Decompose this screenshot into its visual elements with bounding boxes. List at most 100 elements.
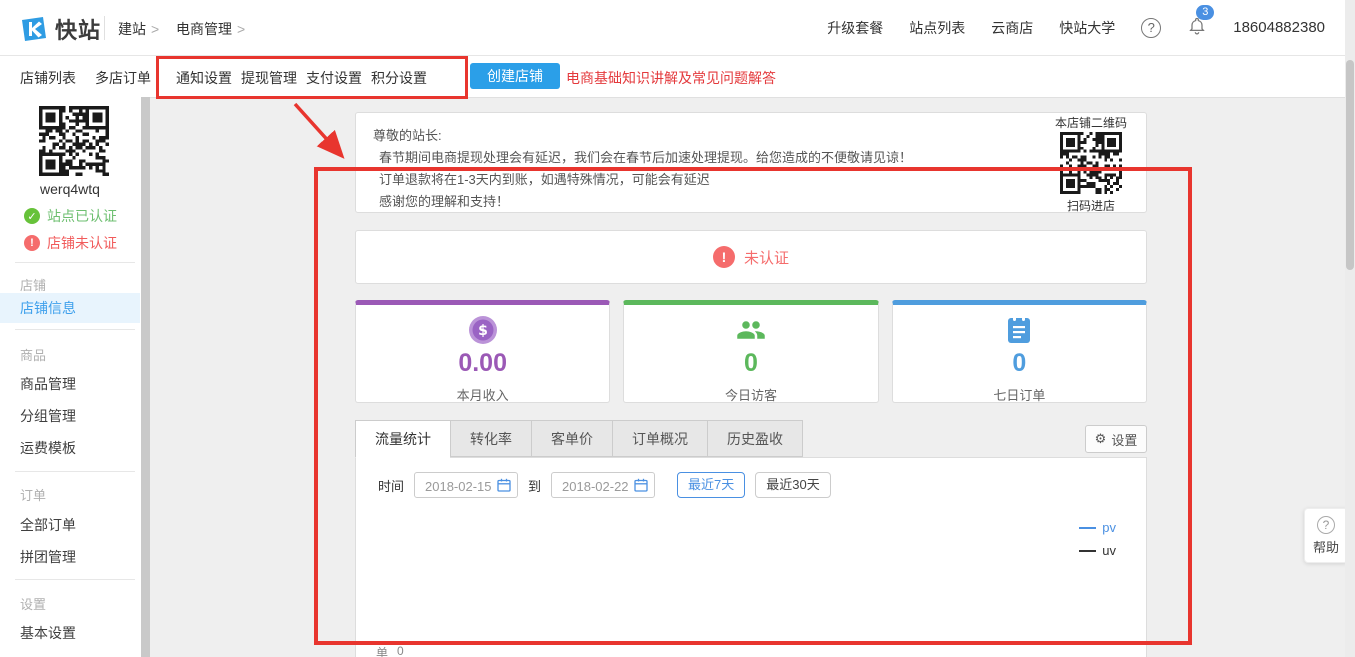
today-visitors-value: 0 [624, 349, 877, 378]
header-divider [104, 16, 105, 40]
shop-subnav: 店铺列表 多店订单 通知设置 提现管理 支付设置 积分设置 创建店铺 电商基础知… [0, 56, 1355, 98]
chevron-right-icon: > [151, 21, 159, 37]
menu-kuaizhan-university[interactable]: 快站大学 [1059, 18, 1115, 38]
kuaizhan-logo[interactable]: 快站 [20, 13, 101, 45]
exclamation-circle-icon: ! [713, 246, 735, 268]
notification-badge: 3 [1196, 5, 1214, 20]
stat-cards: $ 0.00 本月收入 0 今日访客 0 七日订单 [355, 300, 1147, 403]
exclamation-circle-icon: ! [24, 235, 40, 251]
notification-bell[interactable]: 3 [1187, 16, 1207, 39]
logo-text: 快站 [55, 13, 101, 45]
site-verified-status: ✓ 站点已认证 [24, 206, 117, 226]
subnav-points-settings[interactable]: 积分设置 [371, 68, 427, 88]
chart-settings-button[interactable]: ⚙ 设置 [1085, 425, 1147, 453]
help-icon[interactable]: ? [1141, 18, 1161, 38]
chart-legend: pv uv [1079, 520, 1116, 558]
sidebar-section-shop: 店铺 [20, 275, 46, 294]
sidebar-item-group-buying[interactable]: 拼团管理 [0, 542, 140, 572]
breadcrumb-ecommerce[interactable]: 电商管理> [176, 19, 245, 39]
sidebar-item-group-mgmt[interactable]: 分组管理 [0, 401, 140, 431]
chevron-right-icon: > [237, 21, 245, 37]
gear-icon: ⚙ [1095, 432, 1107, 447]
last-7-days-button[interactable]: 最近7天 [677, 472, 745, 498]
holiday-notice-card: 尊敬的站长: 春节期间电商提现处理会有延迟，我们会在春节后加速处理提现。给您造成… [355, 112, 1147, 213]
ecommerce-faq-link[interactable]: 电商基础知识讲解及常见问题解答 [566, 68, 776, 88]
sidebar-divider [15, 262, 135, 263]
qr-bottom-label: 扫码进店 [1037, 197, 1145, 214]
menu-site-list[interactable]: 站点列表 [909, 18, 965, 38]
week-orders-value: 0 [893, 349, 1146, 378]
traffic-stats-panel: 时间 到 最近7天 最近 [355, 457, 1147, 657]
last-30-days-button[interactable]: 最近30天 [755, 472, 830, 498]
svg-text:$: $ [478, 323, 488, 339]
kuaizhan-logo-icon [20, 15, 48, 43]
notice-line: 春节期间电商提现处理会有延迟，我们会在春节后加速处理提现。给您造成的不便敬请见谅… [373, 148, 1026, 167]
check-circle-icon: ✓ [24, 208, 40, 224]
verification-status-card: ! 未认证 [355, 230, 1147, 284]
monthly-income-value: 0.00 [356, 349, 609, 378]
sidebar-item-shop-info[interactable]: 店铺信息 [0, 293, 140, 323]
subnav-withdraw-settings[interactable]: 提现管理 [241, 68, 297, 88]
today-visitors-label: 今日访客 [624, 385, 877, 404]
date-filter: 时间 到 最近7天 最近 [378, 472, 831, 498]
sidebar-item-basic-settings[interactable]: 基本设置 [0, 618, 140, 648]
shop-qr-panel: 本店铺二维码 扫码进店 [1037, 114, 1145, 211]
monthly-income-label: 本月收入 [356, 385, 609, 404]
y-axis-partial: 单 0 [376, 644, 404, 657]
tab-order-overview[interactable]: 订单概况 [612, 420, 707, 457]
subnav-multi-orders[interactable]: 多店订单 [95, 68, 151, 88]
sidebar-section-settings: 设置 [20, 594, 46, 613]
date-to-input[interactable] [560, 473, 636, 499]
page-scrollbar [1345, 0, 1355, 657]
sidebar-divider [15, 471, 135, 472]
date-from-input[interactable] [423, 473, 499, 499]
to-label: 到 [528, 476, 541, 495]
help-float-button[interactable]: ? 帮助 [1304, 508, 1348, 563]
notice-line: 感谢您的理解和支持！ [373, 192, 1026, 211]
sidebar-item-product-mgmt[interactable]: 商品管理 [0, 369, 140, 399]
sidebar: werq4wtq ✓ 站点已认证 ! 店铺未认证 店铺 店铺信息 商品 商品管理… [0, 97, 150, 657]
today-visitors-card: 0 今日访客 [623, 300, 878, 403]
help-label: 帮助 [1313, 537, 1339, 556]
visitors-icon [735, 315, 767, 345]
legend-pv[interactable]: pv [1079, 520, 1116, 535]
week-orders-label: 七日订单 [893, 385, 1146, 404]
dollar-icon: $ [468, 315, 498, 345]
sidebar-scrollbar[interactable] [141, 97, 150, 657]
tab-traffic-stats[interactable]: 流量统计 [355, 420, 450, 458]
menu-upgrade-plan[interactable]: 升级套餐 [827, 18, 883, 38]
top-header: 快站 建站> 电商管理> 升级套餐 站点列表 云商店 快站大学 ? 3 1860… [0, 0, 1355, 56]
y-axis-unit: 单 [376, 644, 388, 657]
tab-history-revenue[interactable]: 历史盈收 [707, 420, 803, 457]
date-to-field[interactable] [551, 472, 655, 498]
qr-top-label: 本店铺二维码 [1037, 114, 1145, 131]
subnav-shop-list[interactable]: 店铺列表 [20, 68, 76, 88]
subnav-payment-settings[interactable]: 支付设置 [306, 68, 362, 88]
notice-line: 订单退款将在1-3天内到账，如遇特殊情况，可能会有延迟 [373, 170, 1026, 189]
subnav-notify-settings[interactable]: 通知设置 [176, 68, 232, 88]
shop-unverified-status: ! 店铺未认证 [24, 233, 117, 253]
sidebar-item-shipping-template[interactable]: 运费模板 [0, 433, 140, 463]
tab-avg-order-value[interactable]: 客单价 [531, 420, 612, 457]
create-shop-button[interactable]: 创建店铺 [470, 63, 560, 89]
page-scrollbar-thumb[interactable] [1346, 60, 1354, 270]
calendar-icon[interactable] [634, 478, 648, 492]
monthly-income-card: $ 0.00 本月收入 [355, 300, 610, 403]
uv-line-swatch [1079, 550, 1096, 552]
shop-id-label: werq4wtq [0, 181, 140, 197]
calendar-icon[interactable] [497, 478, 511, 492]
breadcrumb-site-builder[interactable]: 建站> [118, 19, 159, 39]
unverified-label: 未认证 [744, 247, 789, 268]
question-icon: ? [1317, 516, 1335, 534]
legend-uv[interactable]: uv [1079, 543, 1116, 558]
notice-line: 尊敬的站长: [373, 126, 1026, 145]
date-from-field[interactable] [414, 472, 518, 498]
menu-cloud-shop[interactable]: 云商店 [991, 18, 1033, 38]
time-label: 时间 [378, 476, 404, 495]
tab-conversion-rate[interactable]: 转化率 [450, 420, 531, 457]
sidebar-item-all-orders[interactable]: 全部订单 [0, 510, 140, 540]
account-phone[interactable]: 18604882380 [1233, 19, 1325, 36]
header-right-menu: 升级套餐 站点列表 云商店 快站大学 ? 3 18604882380 [827, 0, 1325, 55]
annotation-arrow [275, 92, 365, 182]
analytics-tabs: 流量统计 转化率 客单价 订单概况 历史盈收 [355, 420, 803, 458]
